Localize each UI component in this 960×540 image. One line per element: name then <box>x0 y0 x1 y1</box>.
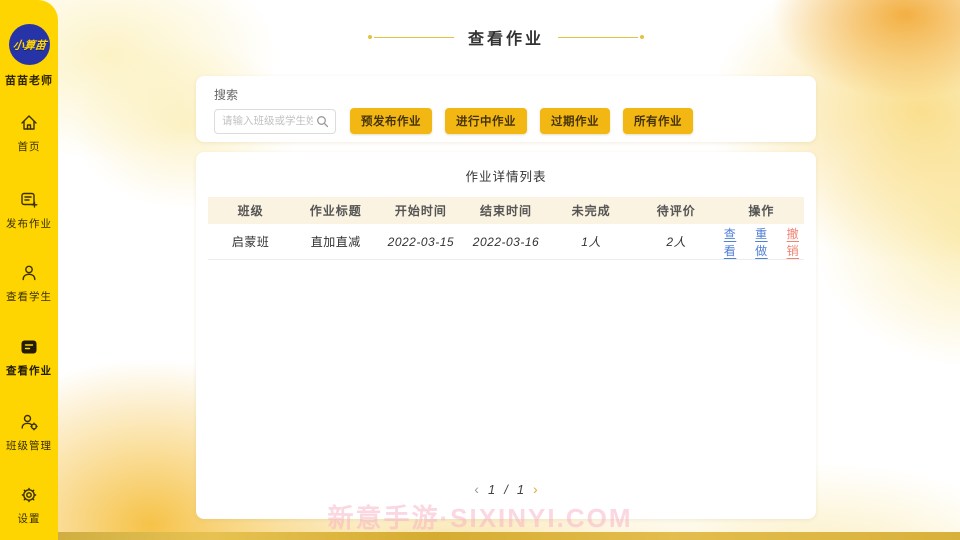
cell-end-time: 2022-03-16 <box>463 235 548 249</box>
filter-inprogress-button[interactable]: 进行中作业 <box>445 108 527 134</box>
column-header-pending-review: 待评价 <box>634 202 719 219</box>
cell-class-name: 启蒙班 <box>208 233 293 250</box>
sidebar-item-label: 设置 <box>0 511 58 526</box>
search-label: 搜索 <box>214 86 798 103</box>
column-header-title: 作业标题 <box>293 202 378 219</box>
search-card: 搜索 预发布作业 进行中作业 过期作业 所有作业 <box>196 76 816 142</box>
table-header-row: 班级 作业标题 开始时间 结束时间 未完成 待评价 操作 <box>208 197 804 224</box>
cell-homework-title: 直加直减 <box>293 233 378 250</box>
search-box <box>214 109 336 134</box>
cell-incomplete: 1人 <box>549 233 634 250</box>
column-header-incomplete: 未完成 <box>549 202 634 219</box>
view-homework-icon <box>0 337 58 359</box>
sidebar-item-label: 班级管理 <box>0 438 58 453</box>
filter-all-button[interactable]: 所有作业 <box>623 108 693 134</box>
column-header-start-time: 开始时间 <box>378 202 463 219</box>
title-decoration-right <box>558 37 638 38</box>
sidebar-item-view-students[interactable]: 查看学生 <box>0 263 58 304</box>
view-action-link[interactable]: 查看 <box>719 225 741 259</box>
sidebar-item-home[interactable]: 首页 <box>0 113 58 154</box>
homework-table-card: 作业详情列表 班级 作业标题 开始时间 结束时间 未完成 待评价 操作 启蒙班 … <box>196 152 816 519</box>
cell-actions: 查看 重做 撤销 <box>719 225 804 259</box>
class-management-icon <box>0 412 58 434</box>
app-logo: 小算苗 <box>9 24 50 65</box>
sidebar: 小算苗 苗苗老师 首页 发布作业 查看学生 <box>0 0 58 540</box>
sidebar-item-label: 发布作业 <box>0 216 58 231</box>
column-header-class: 班级 <box>208 202 293 219</box>
sidebar-item-label: 查看作业 <box>0 363 58 378</box>
pagination-current-page: 1 <box>488 482 495 497</box>
cell-start-time: 2022-03-15 <box>378 235 463 249</box>
sidebar-item-label: 首页 <box>0 139 58 154</box>
publish-homework-icon <box>0 190 58 212</box>
sidebar-item-class-management[interactable]: 班级管理 <box>0 412 58 453</box>
sidebar-item-view-homework[interactable]: 查看作业 <box>0 337 58 378</box>
cell-pending-review: 2人 <box>634 233 719 250</box>
pagination-total-pages: 1 <box>517 482 524 497</box>
sidebar-item-settings[interactable]: 设置 <box>0 485 58 526</box>
filter-expired-button[interactable]: 过期作业 <box>540 108 610 134</box>
bottom-decoration-strip <box>0 532 960 540</box>
pagination-next-icon[interactable]: › <box>533 481 538 497</box>
table-title: 作业详情列表 <box>208 166 804 185</box>
revoke-action-link[interactable]: 撤销 <box>782 225 804 259</box>
search-input[interactable] <box>222 115 313 127</box>
redo-action-link[interactable]: 重做 <box>750 225 772 259</box>
settings-icon <box>0 485 58 507</box>
filter-prepublished-button[interactable]: 预发布作业 <box>350 108 432 134</box>
pagination-prev-icon[interactable]: ‹ <box>474 481 479 497</box>
sidebar-item-label: 查看学生 <box>0 289 58 304</box>
title-decoration-left <box>374 37 454 38</box>
view-students-icon <box>0 263 58 285</box>
column-header-actions: 操作 <box>719 202 804 219</box>
home-icon <box>0 113 58 135</box>
user-name: 苗苗老师 <box>0 72 58 88</box>
search-icon[interactable] <box>316 115 329 133</box>
page-title: 查看作业 <box>468 25 544 49</box>
table-row: 启蒙班 直加直减 2022-03-15 2022-03-16 1人 2人 查看 … <box>208 224 804 260</box>
pagination-separator: / <box>504 482 508 497</box>
column-header-end-time: 结束时间 <box>463 202 548 219</box>
pagination: ‹ 1 / 1 › <box>196 481 816 497</box>
app-logo-text: 小算苗 <box>12 37 47 53</box>
page-header: 查看作业 <box>196 22 816 52</box>
sidebar-item-publish-homework[interactable]: 发布作业 <box>0 190 58 231</box>
